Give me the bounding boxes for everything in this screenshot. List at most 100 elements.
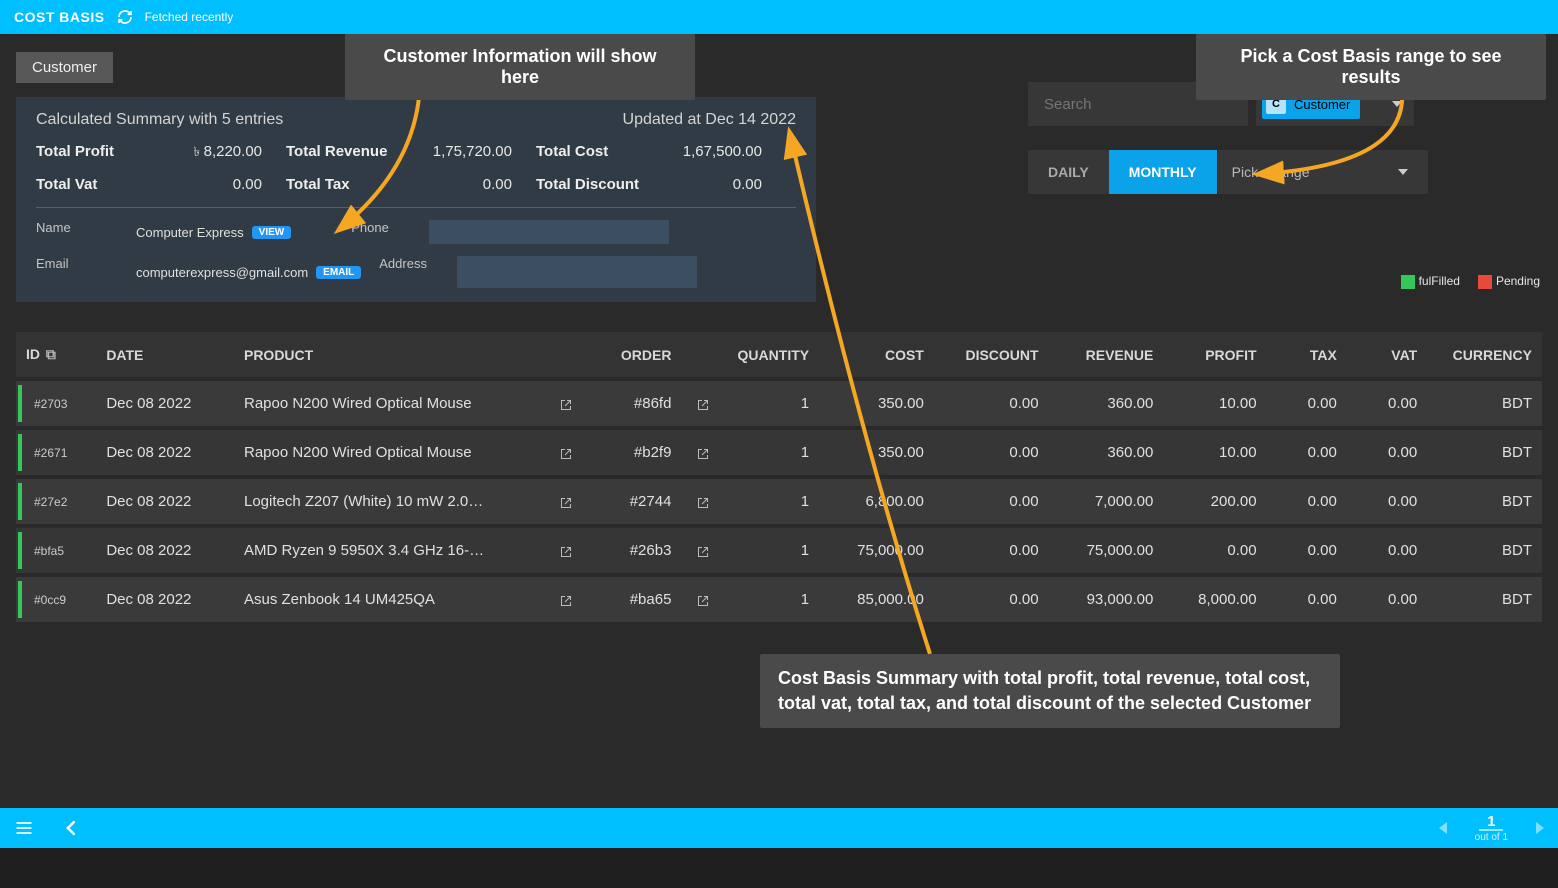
col-id[interactable]: ID ⧉: [16, 332, 96, 379]
pager: 1 out of 1: [1475, 814, 1508, 843]
cell-cost: 75,000.00: [819, 526, 934, 575]
col-discount[interactable]: DISCOUNT: [934, 332, 1049, 379]
cell-date: Dec 08 2022: [96, 477, 234, 526]
cell-vat: 0.00: [1347, 379, 1427, 428]
cell-revenue: 7,000.00: [1049, 477, 1164, 526]
cell-discount: 0.00: [934, 575, 1049, 624]
cell-qty: 1: [727, 575, 819, 624]
label-total-revenue: Total Revenue: [286, 143, 416, 164]
label-total-cost: Total Cost: [536, 143, 666, 164]
cell-id: #bfa5: [16, 526, 96, 575]
cell-cost: 6,800.00: [819, 477, 934, 526]
cell-cost: 350.00: [819, 428, 934, 477]
table-row[interactable]: #27e2Dec 08 2022Logitech Z207 (White) 10…: [16, 477, 1542, 526]
cell-revenue: 75,000.00: [1049, 526, 1164, 575]
cell-currency: BDT: [1427, 575, 1542, 624]
order-link-icon[interactable]: [681, 379, 727, 428]
summary-updated: Updated at Dec 14 2022: [623, 111, 796, 129]
cell-tax: 0.00: [1267, 477, 1347, 526]
back-icon[interactable]: [62, 818, 82, 838]
cell-currency: BDT: [1427, 428, 1542, 477]
cell-revenue: 360.00: [1049, 428, 1164, 477]
order-link-icon[interactable]: [681, 428, 727, 477]
customer-tag[interactable]: Customer: [16, 52, 113, 83]
label-total-vat: Total Vat: [36, 176, 166, 193]
col-cost[interactable]: COST: [819, 332, 934, 379]
col-currency[interactable]: CURRENCY: [1427, 332, 1542, 379]
cell-order: #86fd: [590, 379, 682, 428]
range-picker[interactable]: Pick a range: [1218, 150, 1428, 194]
col-order[interactable]: ORDER: [590, 332, 682, 379]
cell-date: Dec 08 2022: [96, 379, 234, 428]
detail-email-value: computerexpress@gmail.com: [136, 265, 308, 280]
seg-daily[interactable]: DAILY: [1028, 150, 1109, 194]
cell-tax: 0.00: [1267, 575, 1347, 624]
summary-title: Calculated Summary with 5 entries: [36, 111, 283, 129]
seg-monthly[interactable]: MONTHLY: [1109, 150, 1217, 194]
table-row[interactable]: #bfa5Dec 08 2022AMD Ryzen 9 5950X 3.4 GH…: [16, 526, 1542, 575]
col-vat[interactable]: VAT: [1347, 332, 1427, 379]
cell-id: #2703: [16, 379, 96, 428]
range-picker-label: Pick a range: [1232, 164, 1310, 180]
cell-vat: 0.00: [1347, 526, 1427, 575]
product-link-icon[interactable]: [544, 575, 590, 624]
value-total-vat: 0.00: [166, 176, 286, 193]
table-row[interactable]: #2671Dec 08 2022Rapoo N200 Wired Optical…: [16, 428, 1542, 477]
pager-current: 1: [1479, 814, 1503, 831]
table-header-row: ID ⧉ DATE PRODUCT ORDER QUANTITY COST DI…: [16, 332, 1542, 379]
value-total-cost: 1,67,500.00: [666, 143, 786, 164]
col-tax[interactable]: TAX: [1267, 332, 1347, 379]
email-badge[interactable]: EMAIL: [316, 266, 361, 279]
product-link-icon[interactable]: [544, 428, 590, 477]
results-table: ID ⧉ DATE PRODUCT ORDER QUANTITY COST DI…: [16, 332, 1542, 626]
col-revenue[interactable]: REVENUE: [1049, 332, 1164, 379]
cell-tax: 0.00: [1267, 526, 1347, 575]
col-product[interactable]: PRODUCT: [234, 332, 544, 379]
view-badge[interactable]: VIEW: [252, 226, 292, 239]
cell-id: #2671: [16, 428, 96, 477]
menu-icon[interactable]: [14, 818, 34, 838]
cell-profit: 200.00: [1163, 477, 1266, 526]
cell-date: Dec 08 2022: [96, 575, 234, 624]
product-link-icon[interactable]: [544, 526, 590, 575]
order-link-icon[interactable]: [681, 526, 727, 575]
footer-bar: 1 out of 1: [0, 808, 1558, 848]
cell-currency: BDT: [1427, 379, 1542, 428]
pager-next-icon[interactable]: [1536, 822, 1544, 834]
callout-range-hint: Pick a Cost Basis range to see results: [1196, 34, 1546, 100]
detail-name-value: Computer Express: [136, 225, 244, 240]
top-bar: COST BASIS Fetched recently: [0, 0, 1558, 34]
cell-discount: 0.00: [934, 379, 1049, 428]
col-profit[interactable]: PROFIT: [1163, 332, 1266, 379]
cell-date: Dec 08 2022: [96, 526, 234, 575]
product-link-icon[interactable]: [544, 477, 590, 526]
product-link-icon[interactable]: [544, 379, 590, 428]
value-total-discount: 0.00: [666, 176, 786, 193]
cell-order: #ba65: [590, 575, 682, 624]
cell-vat: 0.00: [1347, 477, 1427, 526]
cell-currency: BDT: [1427, 477, 1542, 526]
table-row[interactable]: #0cc9Dec 08 2022Asus Zenbook 14 UM425QA#…: [16, 575, 1542, 624]
table-row[interactable]: #2703Dec 08 2022Rapoo N200 Wired Optical…: [16, 379, 1542, 428]
pager-prev-icon[interactable]: [1439, 822, 1447, 834]
col-quantity[interactable]: QUANTITY: [727, 332, 819, 379]
label-total-discount: Total Discount: [536, 176, 666, 193]
col-date[interactable]: DATE: [96, 332, 234, 379]
refresh-icon[interactable]: [117, 9, 133, 25]
cell-cost: 350.00: [819, 379, 934, 428]
cell-date: Dec 08 2022: [96, 428, 234, 477]
cell-profit: 8,000.00: [1163, 575, 1266, 624]
cell-discount: 0.00: [934, 477, 1049, 526]
chevron-down-icon: [1398, 169, 1408, 175]
order-link-icon[interactable]: [681, 575, 727, 624]
order-link-icon[interactable]: [681, 477, 727, 526]
legend: fulFilled Pending: [1401, 274, 1540, 289]
cell-qty: 1: [727, 477, 819, 526]
value-total-revenue: 1,75,720.00: [416, 143, 536, 164]
cell-product: Rapoo N200 Wired Optical Mouse: [234, 379, 544, 428]
cell-qty: 1: [727, 526, 819, 575]
detail-address-label: Address: [379, 256, 449, 288]
pager-outof: out of 1: [1475, 833, 1508, 843]
legend-swatch-fulfilled: [1401, 275, 1415, 289]
legend-fulfilled: fulFilled: [1419, 274, 1460, 288]
